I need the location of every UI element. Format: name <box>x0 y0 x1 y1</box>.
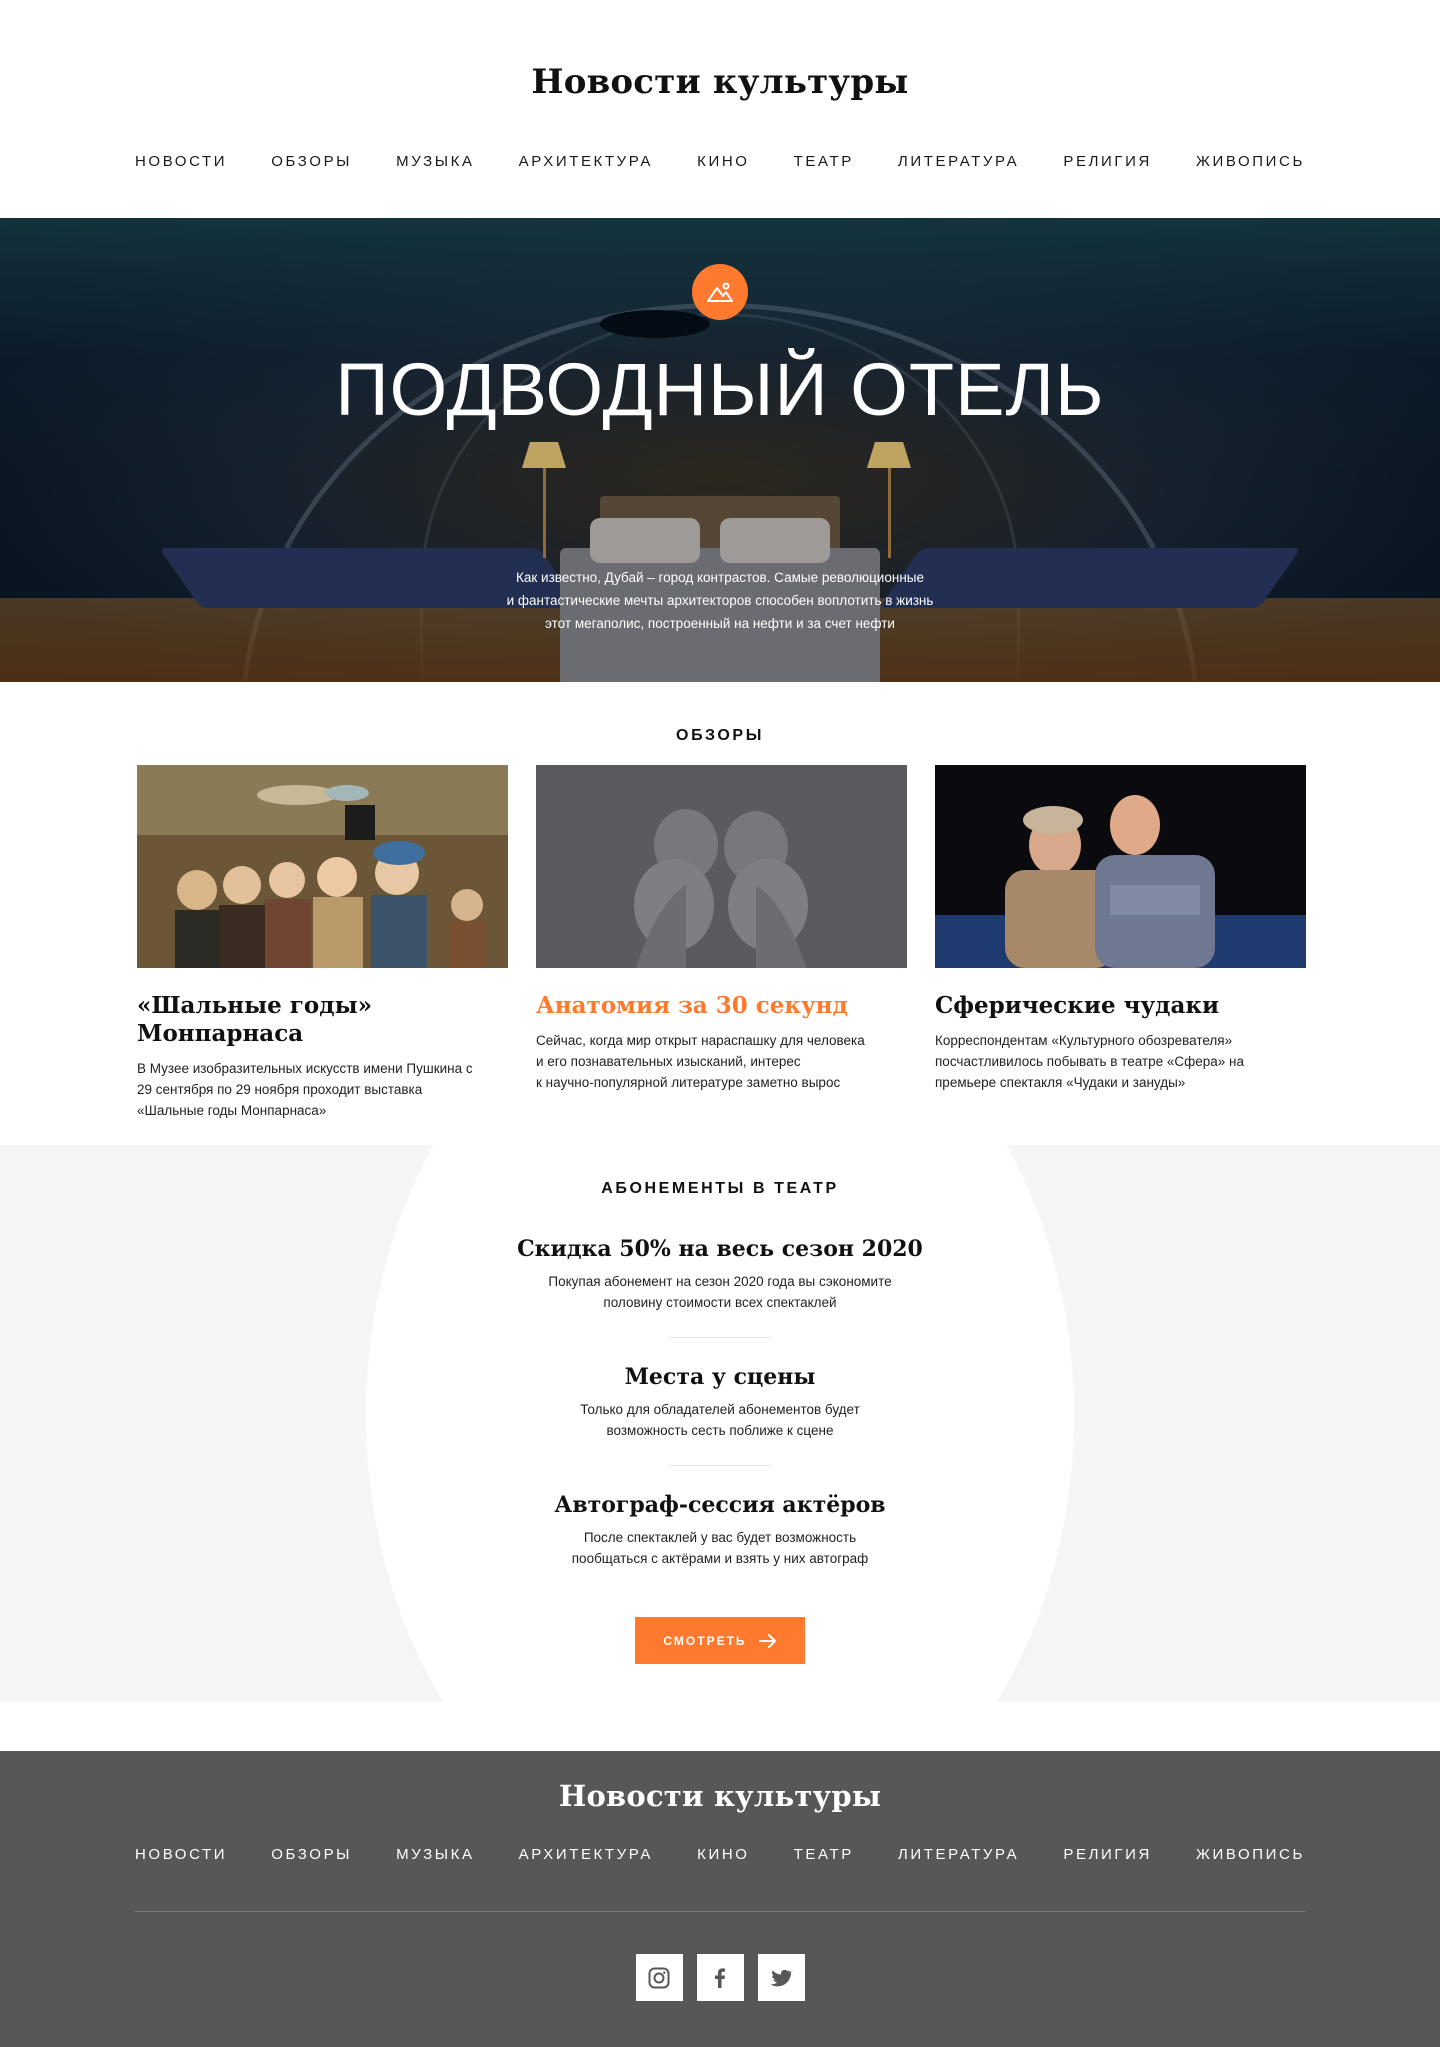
footer-nav-item-reviews[interactable]: Обзоры <box>271 1846 352 1863</box>
offer-text-line: половину стоимости всех спектаклей <box>603 1295 837 1310</box>
footer-nav-item-news[interactable]: Новости <box>135 1846 227 1863</box>
footer-nav-item-music[interactable]: Музыка <box>396 1846 474 1863</box>
nav-item-reviews[interactable]: Обзоры <box>271 153 352 170</box>
review-excerpt: В Музее изобразительных искусств имени П… <box>137 1058 508 1121</box>
review-card[interactable]: Сферические чудаки Корреспондентам «Куль… <box>935 765 1306 1093</box>
review-title[interactable]: «Шальные годы» Монпарнаса <box>137 992 508 1048</box>
offer-item: Автограф-сессия актёров После спектаклей… <box>470 1491 970 1569</box>
nav-item-religion[interactable]: Религия <box>1063 153 1152 170</box>
nav-item-theater[interactable]: Театр <box>794 153 854 170</box>
offer-text-line: пообщаться с актёрами и взять у них авто… <box>571 1551 869 1566</box>
hero-description-line: и фантастические мечты архитекторов спос… <box>506 593 934 608</box>
nav-item-architecture[interactable]: Архитектура <box>519 153 653 170</box>
review-card[interactable]: Анатомия за 30 секунд Сейчас, когда мир … <box>536 765 907 1093</box>
site-footer: Новости культуры Новости Обзоры Музыка А… <box>0 1751 1440 2047</box>
twitter-icon[interactable] <box>757 1954 805 2001</box>
divider <box>670 1465 770 1466</box>
nav-item-painting[interactable]: Живопись <box>1196 153 1305 170</box>
review-excerpt-line: к научно-популярной литературе заметно в… <box>536 1075 841 1090</box>
footer-nav: Новости Обзоры Музыка Архитектура Кино Т… <box>135 1846 1305 1863</box>
offer-item: Скидка 50% на весь сезон 2020 Покупая аб… <box>470 1235 970 1313</box>
footer-nav-item-architecture[interactable]: Архитектура <box>519 1846 653 1863</box>
offer-text: Покупая абонемент на сезон 2020 года вы … <box>470 1271 970 1313</box>
footer-nav-item-literature[interactable]: Литература <box>898 1846 1019 1863</box>
review-excerpt-line: и его познавательных изысканий, интерес <box>536 1054 801 1069</box>
section-title: Обзоры <box>676 727 764 744</box>
review-excerpt-line: «Шальные годы Монпарнаса» <box>137 1103 327 1118</box>
offer-item: Места у сцены Только для обладателей або… <box>470 1363 970 1441</box>
facebook-icon[interactable] <box>696 1954 744 2001</box>
site-header: Новости культуры Новости Обзоры Музыка А… <box>0 0 1440 218</box>
hero-description: Как известно, Дубай – город контрастов. … <box>470 566 970 635</box>
offer-title: Автограф-сессия актёров <box>554 1492 886 1518</box>
hero-description-line: этот мегаполис, построенный на нефти и з… <box>545 616 895 631</box>
review-excerpt: Сейчас, когда мир открыт нараспашку для … <box>536 1030 907 1093</box>
offer-text-line: Покупая абонемент на сезон 2020 года вы … <box>548 1274 892 1289</box>
footer-logo[interactable]: Новости культуры <box>0 1779 1440 1813</box>
offer-title: Места у сцены <box>624 1364 816 1390</box>
social-links <box>0 1954 1440 2001</box>
footer-nav-item-religion[interactable]: Религия <box>1063 1846 1152 1863</box>
hero-title: ПОДВОДНЫЙ ОТЕЛЬ <box>335 348 1105 431</box>
review-excerpt-line: 29 сентября по 29 ноября проходит выстав… <box>137 1082 423 1097</box>
theater-subscriptions-section: Абонементы в театр Скидка 50% на весь се… <box>0 1145 1440 1702</box>
review-excerpt-line: премьере спектакля «Чудаки и зануды» <box>935 1075 1186 1090</box>
nav-item-news[interactable]: Новости <box>135 153 227 170</box>
review-image[interactable] <box>137 765 508 968</box>
review-excerpt-line: посчастливилось побывать в театре «Сфера… <box>935 1054 1244 1069</box>
nav-item-music[interactable]: Музыка <box>396 153 474 170</box>
review-excerpt: Корреспондентам «Культурного обозревател… <box>935 1030 1306 1093</box>
review-title[interactable]: Сферические чудаки <box>935 992 1306 1020</box>
offer-text: Только для обладателей абонементов будет… <box>470 1399 970 1441</box>
review-excerpt-line: Корреспондентам «Культурного обозревател… <box>935 1033 1233 1048</box>
site-logo[interactable]: Новости культуры <box>0 62 1440 102</box>
watch-button-label: Смотреть <box>663 1633 747 1648</box>
review-image[interactable] <box>536 765 907 968</box>
nav-item-literature[interactable]: Литература <box>898 153 1019 170</box>
review-image[interactable] <box>935 765 1306 968</box>
nav-item-cinema[interactable]: Кино <box>697 153 749 170</box>
review-card[interactable]: «Шальные годы» Монпарнаса В Музее изобра… <box>137 765 508 1121</box>
image-icon <box>692 264 748 320</box>
offer-title: Скидка 50% на весь сезон 2020 <box>517 1236 923 1262</box>
arrow-right-icon <box>758 1633 776 1648</box>
review-excerpt-line: В Музее изобразительных искусств имени П… <box>137 1061 473 1076</box>
watch-button[interactable]: Смотреть <box>635 1617 805 1664</box>
divider <box>670 1337 770 1338</box>
hero-description-line: Как известно, Дубай – город контрастов. … <box>516 570 924 585</box>
offer-text-line: После спектаклей у вас будет возможность <box>583 1530 857 1545</box>
footer-nav-item-theater[interactable]: Театр <box>794 1846 854 1863</box>
review-excerpt-line: Сейчас, когда мир открыт нараспашку для … <box>536 1033 865 1048</box>
footer-nav-item-cinema[interactable]: Кино <box>697 1846 749 1863</box>
offer-text: После спектаклей у вас будет возможность… <box>470 1527 970 1569</box>
offer-text-line: возможность сесть поближе к сцене <box>606 1423 834 1438</box>
offer-text-line: Только для обладателей абонементов будет <box>580 1402 860 1417</box>
main-nav: Новости Обзоры Музыка Архитектура Кино Т… <box>135 153 1305 170</box>
review-title[interactable]: Анатомия за 30 секунд <box>536 992 907 1020</box>
instagram-icon[interactable] <box>635 1954 683 2001</box>
footer-nav-item-painting[interactable]: Живопись <box>1196 1846 1305 1863</box>
footer-divider <box>135 1911 1305 1912</box>
section-title: Абонементы в театр <box>601 1180 839 1197</box>
